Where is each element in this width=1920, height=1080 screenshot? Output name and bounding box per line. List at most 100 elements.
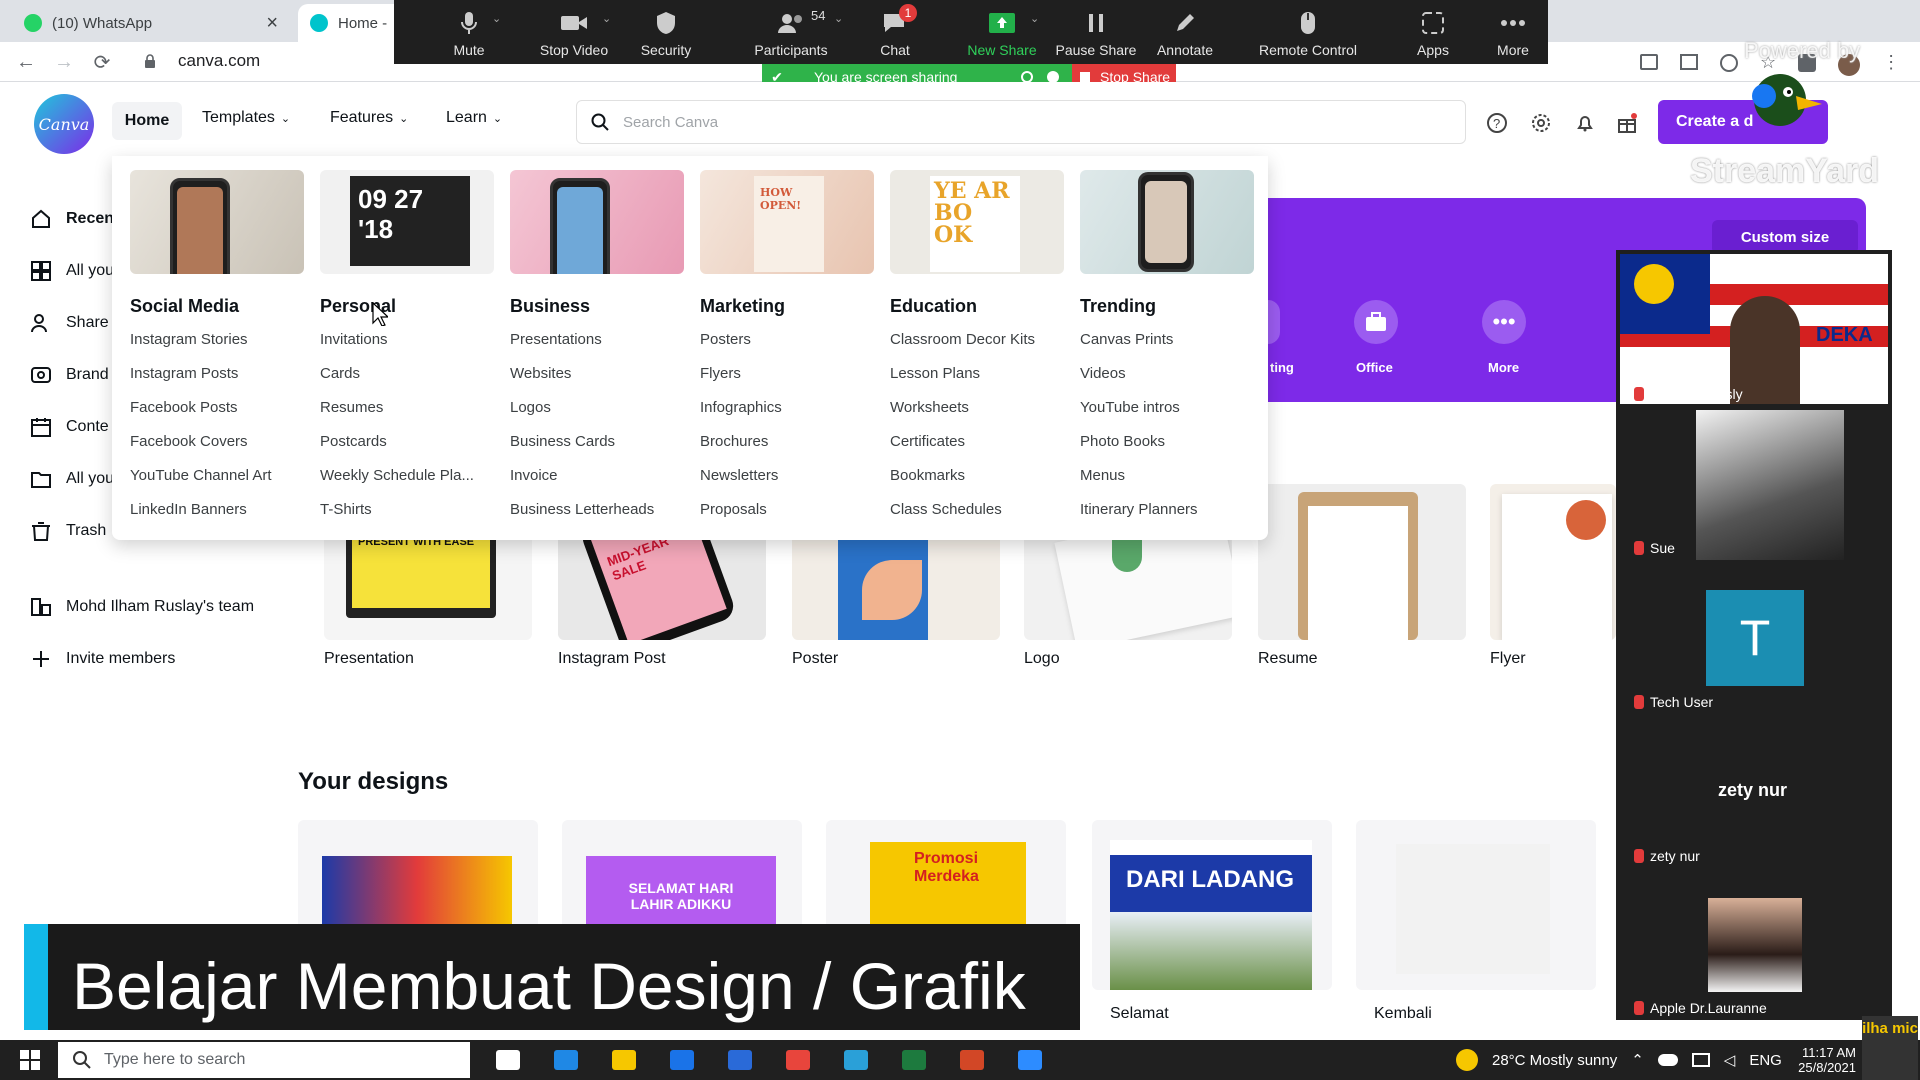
- mega-menu-item[interactable]: Resumes: [320, 399, 494, 419]
- zoom-apps-button[interactable]: Apps: [1398, 0, 1468, 64]
- mega-menu-item[interactable]: Worksheets: [890, 399, 1064, 419]
- zoom-more-button[interactable]: More: [1478, 0, 1548, 64]
- weather-text[interactable]: 28°C Mostly sunny: [1492, 1052, 1617, 1069]
- mega-menu-item[interactable]: Invitations: [320, 331, 494, 351]
- sidebar-item-6[interactable]: Trash: [30, 516, 106, 546]
- design-card[interactable]: [1356, 820, 1596, 990]
- weather-sun-icon[interactable]: [1456, 1049, 1478, 1071]
- sidebar-item-1[interactable]: All you: [30, 256, 114, 286]
- reload-icon[interactable]: ⟳: [88, 48, 116, 76]
- office-briefcase-icon[interactable]: [1354, 300, 1398, 344]
- mega-menu-item[interactable]: YouTube intros: [1080, 399, 1254, 419]
- mega-menu-thumbnail[interactable]: 09 27 '18: [320, 170, 494, 274]
- mega-menu-item[interactable]: Postcards: [320, 433, 494, 453]
- store-icon[interactable]: [670, 1050, 694, 1070]
- tab-whatsapp[interactable]: (10) WhatsApp ×: [12, 4, 290, 42]
- canva-logo[interactable]: Canva: [34, 94, 94, 154]
- sidebar-item-3[interactable]: Brand: [30, 360, 109, 390]
- mega-menu-thumbnail[interactable]: [510, 170, 684, 274]
- mega-menu-heading[interactable]: Social Media: [130, 296, 304, 317]
- nav-learn[interactable]: Learn ⌄: [446, 109, 502, 127]
- mega-menu-item[interactable]: Classroom Decor Kits: [890, 331, 1064, 351]
- edge-browser-icon[interactable]: [554, 1050, 578, 1070]
- mega-menu-item[interactable]: Certificates: [890, 433, 1064, 453]
- volume-icon[interactable]: ◁: [1724, 1051, 1736, 1069]
- mega-menu-item[interactable]: Proposals: [700, 501, 874, 521]
- participant-video-sue[interactable]: [1696, 410, 1844, 560]
- zoom-annotate-button[interactable]: Annotate: [1140, 0, 1230, 64]
- design-card[interactable]: DARI LADANG: [1092, 820, 1332, 990]
- zoom-stop-video-button[interactable]: Stop Video: [524, 0, 624, 64]
- address-bar[interactable]: canva.com: [178, 51, 260, 71]
- taskbar-clock[interactable]: 11:17 AM 25/8/2021: [1774, 1040, 1856, 1080]
- cast-icon[interactable]: [1640, 54, 1658, 70]
- zoom-app-icon[interactable]: [1018, 1050, 1042, 1070]
- mega-menu-heading[interactable]: Education: [890, 296, 1064, 317]
- zoom-pause-share-button[interactable]: Pause Share: [1046, 0, 1146, 64]
- mega-menu-thumbnail[interactable]: YE AR BO OK: [890, 170, 1064, 274]
- mega-menu-item[interactable]: Menus: [1080, 467, 1254, 487]
- more-dots-icon[interactable]: •••: [1482, 300, 1526, 344]
- zoom-chat-button[interactable]: Chat: [860, 0, 930, 64]
- settings-gear-icon[interactable]: [1528, 110, 1554, 136]
- mega-menu-item[interactable]: Newsletters: [700, 467, 874, 487]
- zoom-new-share-button[interactable]: New Share: [952, 0, 1052, 64]
- sidebar-item-2[interactable]: Share: [30, 308, 109, 338]
- mega-menu-item[interactable]: Brochures: [700, 433, 874, 453]
- custom-size-button[interactable]: Custom size: [1712, 220, 1858, 254]
- mega-menu-item[interactable]: Instagram Stories: [130, 331, 304, 351]
- participant-video-ilham[interactable]: DEKA: [1620, 254, 1888, 404]
- sidebar-item-0[interactable]: Recen: [30, 204, 114, 234]
- mega-menu-thumbnail[interactable]: [1080, 170, 1254, 274]
- nav-templates[interactable]: Templates ⌄: [202, 109, 290, 127]
- mega-menu-item[interactable]: Facebook Posts: [130, 399, 304, 419]
- mega-menu-heading[interactable]: Personal: [320, 296, 494, 317]
- network-icon[interactable]: [1691, 1053, 1710, 1067]
- back-arrow-icon[interactable]: ←: [12, 48, 40, 76]
- tray-chevron-up-icon[interactable]: ⌃: [1631, 1051, 1644, 1069]
- search-input[interactable]: Search Canva: [576, 100, 1466, 144]
- zoom-dropdown-caret-icon[interactable]: ⌄: [1030, 12, 1039, 25]
- mega-menu-item[interactable]: Invoice: [510, 467, 684, 487]
- notification-bell-icon[interactable]: [1572, 110, 1598, 136]
- photos-icon[interactable]: [844, 1050, 868, 1070]
- windows-start-icon[interactable]: [20, 1050, 40, 1070]
- mega-menu-item[interactable]: Cards: [320, 365, 494, 385]
- help-icon[interactable]: ?: [1484, 110, 1510, 136]
- zoom-security-button[interactable]: Security: [624, 0, 708, 64]
- task-view-icon[interactable]: [496, 1050, 520, 1070]
- zoom-dropdown-caret-icon[interactable]: ⌄: [834, 12, 843, 25]
- forward-arrow-icon[interactable]: →: [50, 48, 78, 76]
- mega-menu-heading[interactable]: Marketing: [700, 296, 874, 317]
- mega-menu-item[interactable]: Bookmarks: [890, 467, 1064, 487]
- mega-menu-item[interactable]: Instagram Posts: [130, 365, 304, 385]
- mega-menu-item[interactable]: Logos: [510, 399, 684, 419]
- nav-features[interactable]: Features ⌄: [330, 109, 408, 127]
- banner-category-icon[interactable]: [1268, 300, 1280, 344]
- nav-home[interactable]: Home: [112, 102, 182, 140]
- sidebar-item-7[interactable]: Mohd Ilham Ruslay's team: [30, 592, 254, 622]
- mega-menu-item[interactable]: Photo Books: [1080, 433, 1254, 453]
- mega-menu-item[interactable]: Posters: [700, 331, 874, 351]
- mega-menu-thumbnail[interactable]: HOW OPEN!: [700, 170, 874, 274]
- taskbar-search-input[interactable]: Type here to search: [58, 1042, 470, 1078]
- template-card-resume[interactable]: [1258, 484, 1466, 640]
- onedrive-cloud-icon[interactable]: [1657, 1054, 1678, 1066]
- mega-menu-item[interactable]: T-Shirts: [320, 501, 494, 521]
- mega-menu-item[interactable]: YouTube Channel Art: [130, 467, 304, 487]
- zoom-mute-button[interactable]: Mute: [424, 0, 514, 64]
- mega-menu-item[interactable]: Lesson Plans: [890, 365, 1064, 385]
- mega-menu-item[interactable]: Canvas Prints: [1080, 331, 1254, 351]
- sidebar-item-4[interactable]: Conte: [30, 412, 109, 442]
- mega-menu-heading[interactable]: Trending: [1080, 296, 1254, 317]
- template-card-flyer[interactable]: [1490, 484, 1616, 640]
- file-explorer-icon[interactable]: [612, 1050, 636, 1070]
- tab-canva-home[interactable]: Home -: [298, 4, 408, 42]
- mega-menu-item[interactable]: Flyers: [700, 365, 874, 385]
- mega-menu-item[interactable]: Weekly Schedule Pla...: [320, 467, 494, 487]
- mega-menu-item[interactable]: Infographics: [700, 399, 874, 419]
- zoom-participants-button[interactable]: Participants: [726, 0, 856, 64]
- excel-icon[interactable]: [902, 1050, 926, 1070]
- chrome-icon[interactable]: [786, 1050, 810, 1070]
- zoom-dropdown-caret-icon[interactable]: ⌄: [602, 12, 611, 25]
